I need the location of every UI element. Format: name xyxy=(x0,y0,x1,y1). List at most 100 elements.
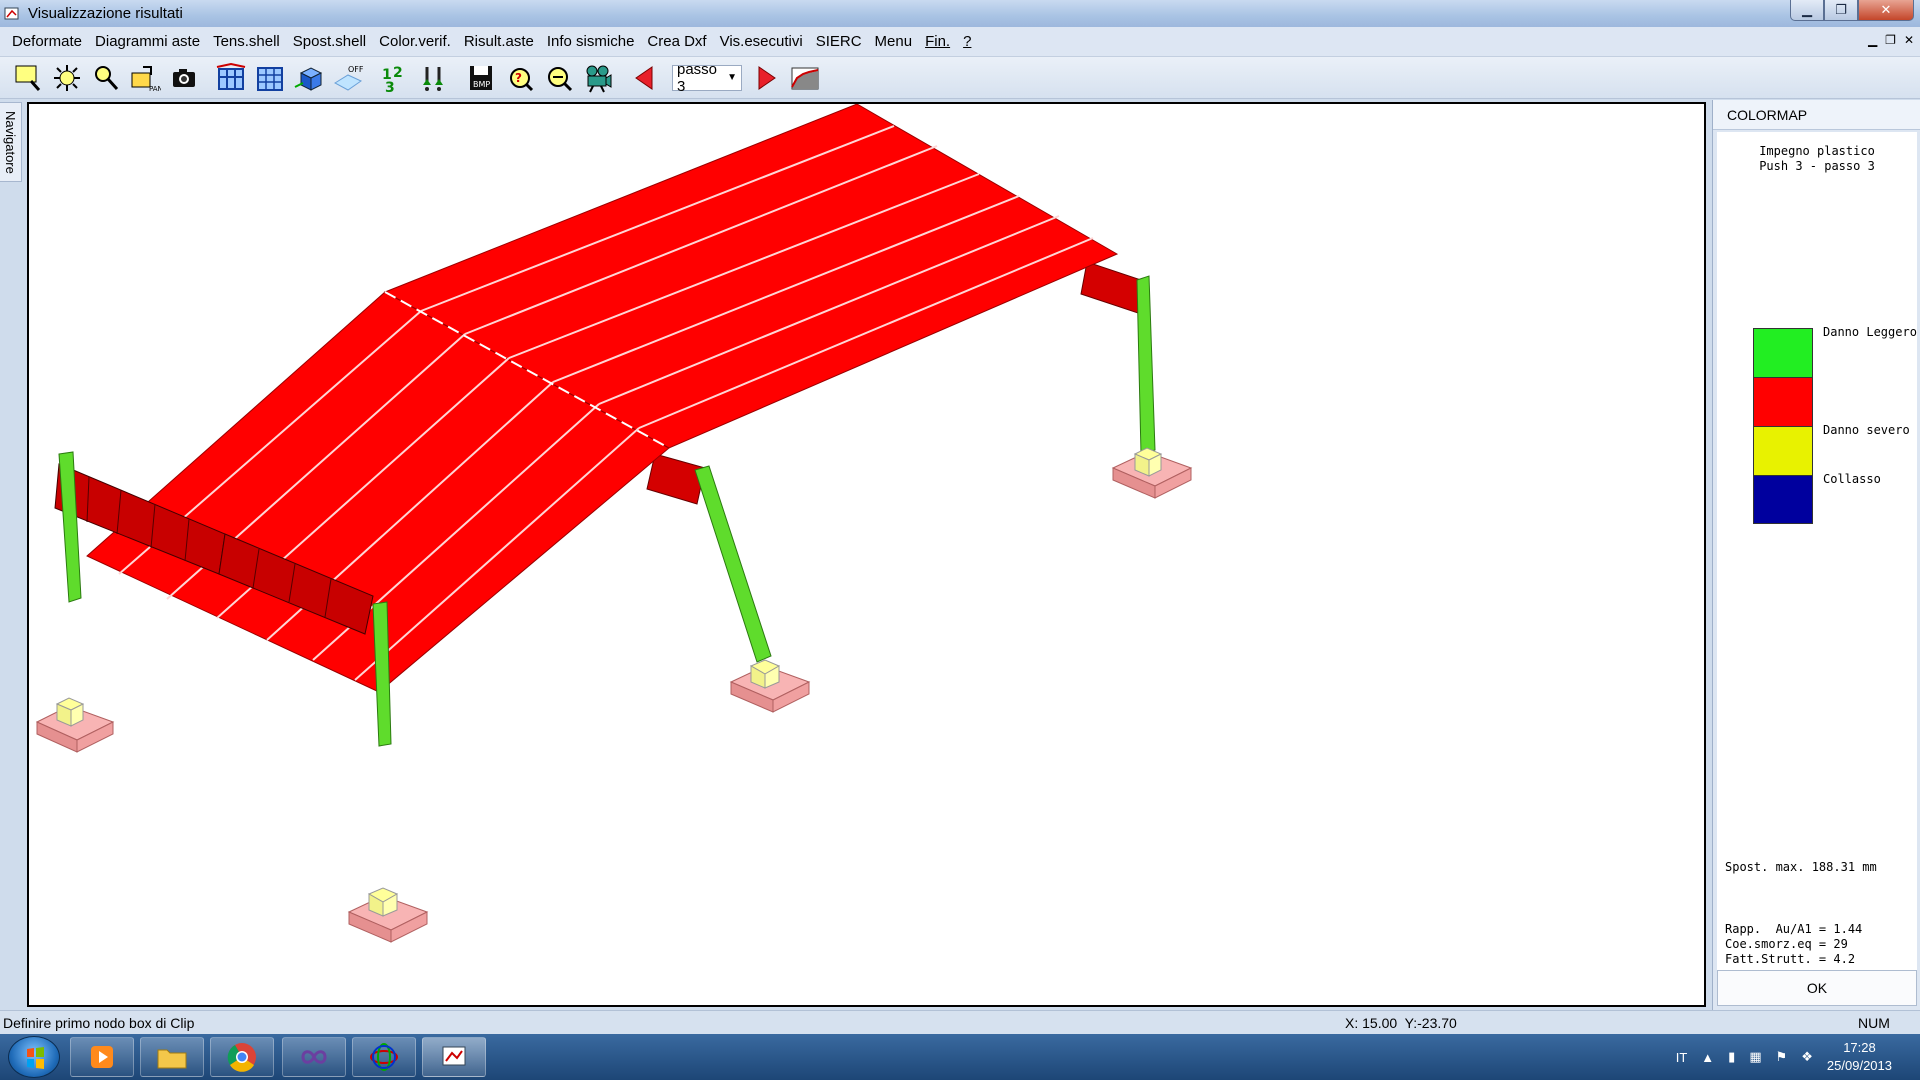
action-center-flag-icon[interactable]: ⚑ xyxy=(1776,1049,1788,1065)
window-title: Visualizzazione risultati xyxy=(28,5,183,22)
numbering-icon: 1 23 xyxy=(382,65,403,93)
frame-view-button[interactable] xyxy=(213,61,249,95)
taskbar-media-player[interactable] xyxy=(70,1037,134,1077)
menu-info-sismiche[interactable]: Info sismiche xyxy=(547,33,635,50)
numbering-button[interactable]: 123 xyxy=(377,61,413,95)
legend-label-danno-leggero: Danno Leggero xyxy=(1823,325,1917,339)
menu-diagrammi-aste[interactable]: Diagrammi aste xyxy=(95,33,200,50)
column-mid xyxy=(694,465,772,663)
shell-off-button[interactable]: OFF xyxy=(330,61,366,95)
cube-icon xyxy=(294,66,323,91)
column-back-right xyxy=(1136,275,1156,455)
colormap-body: Impegno plastico Push 3 - passo 3 Danno … xyxy=(1717,132,1917,970)
foundation-mid xyxy=(729,659,811,713)
infinity-icon xyxy=(301,1050,327,1064)
status-bar: Definire primo nodo box di Clip X: 15.00… xyxy=(0,1010,1920,1034)
foundation-front-left xyxy=(35,697,115,753)
close-button[interactable]: ✕ xyxy=(1858,0,1914,21)
fatt-strutt: Fatt.Strutt. = 4.2 xyxy=(1725,952,1856,966)
zoom-all-button[interactable] xyxy=(49,61,85,95)
network-icon[interactable]: ▦ xyxy=(1749,1049,1761,1065)
menu-crea-dxf[interactable]: Crea Dxf xyxy=(647,33,706,50)
clock-time: 17:28 xyxy=(1843,1040,1876,1055)
taskbar-chrome[interactable] xyxy=(210,1037,274,1077)
start-button[interactable] xyxy=(8,1036,60,1078)
legend-swatch-red xyxy=(1753,377,1813,426)
colormap-title: Impegno plastico Push 3 - passo 3 xyxy=(1717,144,1917,174)
taskbar-structural-app[interactable] xyxy=(352,1037,416,1077)
taskbar-explorer[interactable] xyxy=(140,1037,204,1077)
max-displacement: Spost. max. 188.31 mm xyxy=(1725,860,1877,874)
maximize-button[interactable]: ❐ xyxy=(1824,0,1858,21)
zoom-window-icon xyxy=(15,65,41,91)
frame-icon xyxy=(216,62,246,90)
supports-button[interactable] xyxy=(416,61,452,95)
menu-color-verif[interactable]: Color.verif. xyxy=(379,33,451,50)
camera-icon xyxy=(173,68,195,87)
3d-viewport[interactable] xyxy=(27,102,1706,1007)
ok-button[interactable]: OK xyxy=(1717,970,1917,1006)
rapp-au-a1: Rapp. Au/A1 = 1.44 xyxy=(1725,922,1863,936)
window-controls: ▁ ❐ ✕ xyxy=(1790,0,1914,21)
colormap-legend xyxy=(1753,328,1813,524)
grid-view-button[interactable] xyxy=(252,61,288,95)
shell-off-icon: OFF xyxy=(333,65,364,91)
menu-spost-shell[interactable]: Spost.shell xyxy=(293,33,366,50)
menu-vis-esecutivi[interactable]: Vis.esecutivi xyxy=(720,33,803,50)
menu-deformate[interactable]: Deformate xyxy=(12,33,82,50)
tray-device-icon[interactable]: ▮ xyxy=(1728,1049,1735,1065)
supports-icon xyxy=(423,66,443,91)
menu-help[interactable]: ? xyxy=(963,33,971,50)
language-indicator[interactable]: IT xyxy=(1676,1050,1688,1065)
animation-button[interactable] xyxy=(580,61,616,95)
grid-icon xyxy=(257,66,283,91)
zoom-button[interactable] xyxy=(88,61,124,95)
snapshot-button[interactable] xyxy=(166,61,202,95)
query-button[interactable]: ? xyxy=(502,61,538,95)
colormap-panel: COLORMAP Impegno plastico Push 3 - passo… xyxy=(1712,100,1920,1010)
legend-swatch-yellow xyxy=(1753,426,1813,475)
previous-step-button[interactable] xyxy=(627,61,663,95)
menu-menu[interactable]: Menu xyxy=(875,33,913,50)
minimize-button[interactable]: ▁ xyxy=(1790,0,1824,21)
svg-text:PAN: PAN xyxy=(149,85,161,93)
structure-model xyxy=(35,104,1193,943)
dropbox-icon[interactable]: ❖ xyxy=(1801,1049,1813,1065)
menu-bar: Deformate Diagrammi aste Tens.shell Spos… xyxy=(0,27,1920,57)
colormap-title-line1: Impegno plastico xyxy=(1759,144,1875,158)
step-select[interactable]: passo 3 ▼ xyxy=(672,61,742,95)
taskbar-visual-studio[interactable] xyxy=(282,1037,346,1077)
menu-fin[interactable]: Fin. xyxy=(925,33,950,50)
svg-text:3: 3 xyxy=(385,80,395,93)
mdi-minimize-icon[interactable]: ▁ xyxy=(1868,33,1877,47)
menu-tens-shell[interactable]: Tens.shell xyxy=(213,33,280,50)
toolbar: PAN OFF 123 BMP ? passo 3 ▼ xyxy=(0,57,1920,99)
status-coordinates: X: 15.00 Y:-23.70 xyxy=(1345,1014,1457,1031)
3d-view-button[interactable] xyxy=(291,61,327,95)
svg-text:BMP: BMP xyxy=(473,80,490,89)
menu-risult-aste[interactable]: Risult.aste xyxy=(464,33,534,50)
system-clock[interactable]: 17:28 25/09/2013 xyxy=(1827,1039,1892,1075)
mdi-restore-icon[interactable]: ❐ xyxy=(1885,33,1896,47)
pushover-curve-button[interactable] xyxy=(787,61,823,95)
zoom-window-button[interactable] xyxy=(10,61,46,95)
save-bmp-icon: BMP xyxy=(470,65,492,90)
step-select-value: passo 3 xyxy=(677,60,718,95)
save-bmp-button[interactable]: BMP xyxy=(463,61,499,95)
foundation-front-right xyxy=(347,887,429,943)
taskbar-results-window[interactable] xyxy=(422,1037,486,1077)
menu-sierc[interactable]: SIERC xyxy=(816,33,862,50)
clock-date: 25/09/2013 xyxy=(1826,1058,1892,1073)
mdi-close-icon[interactable]: ✕ xyxy=(1904,33,1914,47)
show-hidden-icons-icon[interactable]: ▲ xyxy=(1701,1050,1714,1065)
app-icon xyxy=(4,7,19,19)
foundation-back-right xyxy=(1111,447,1193,499)
pan-button[interactable]: PAN xyxy=(127,61,163,95)
zoom-out-button[interactable] xyxy=(541,61,577,95)
status-message: Definire primo nodo box di Clip xyxy=(3,1014,195,1031)
results-window-icon xyxy=(442,1046,466,1066)
curve-chart-icon xyxy=(791,67,819,89)
seismic-parameters: Rapp. Au/A1 = 1.44 Coe.smorz.eq = 29 Fat… xyxy=(1725,922,1862,967)
navigator-tab[interactable]: Navigatore xyxy=(0,102,22,182)
next-step-button[interactable] xyxy=(748,61,784,95)
